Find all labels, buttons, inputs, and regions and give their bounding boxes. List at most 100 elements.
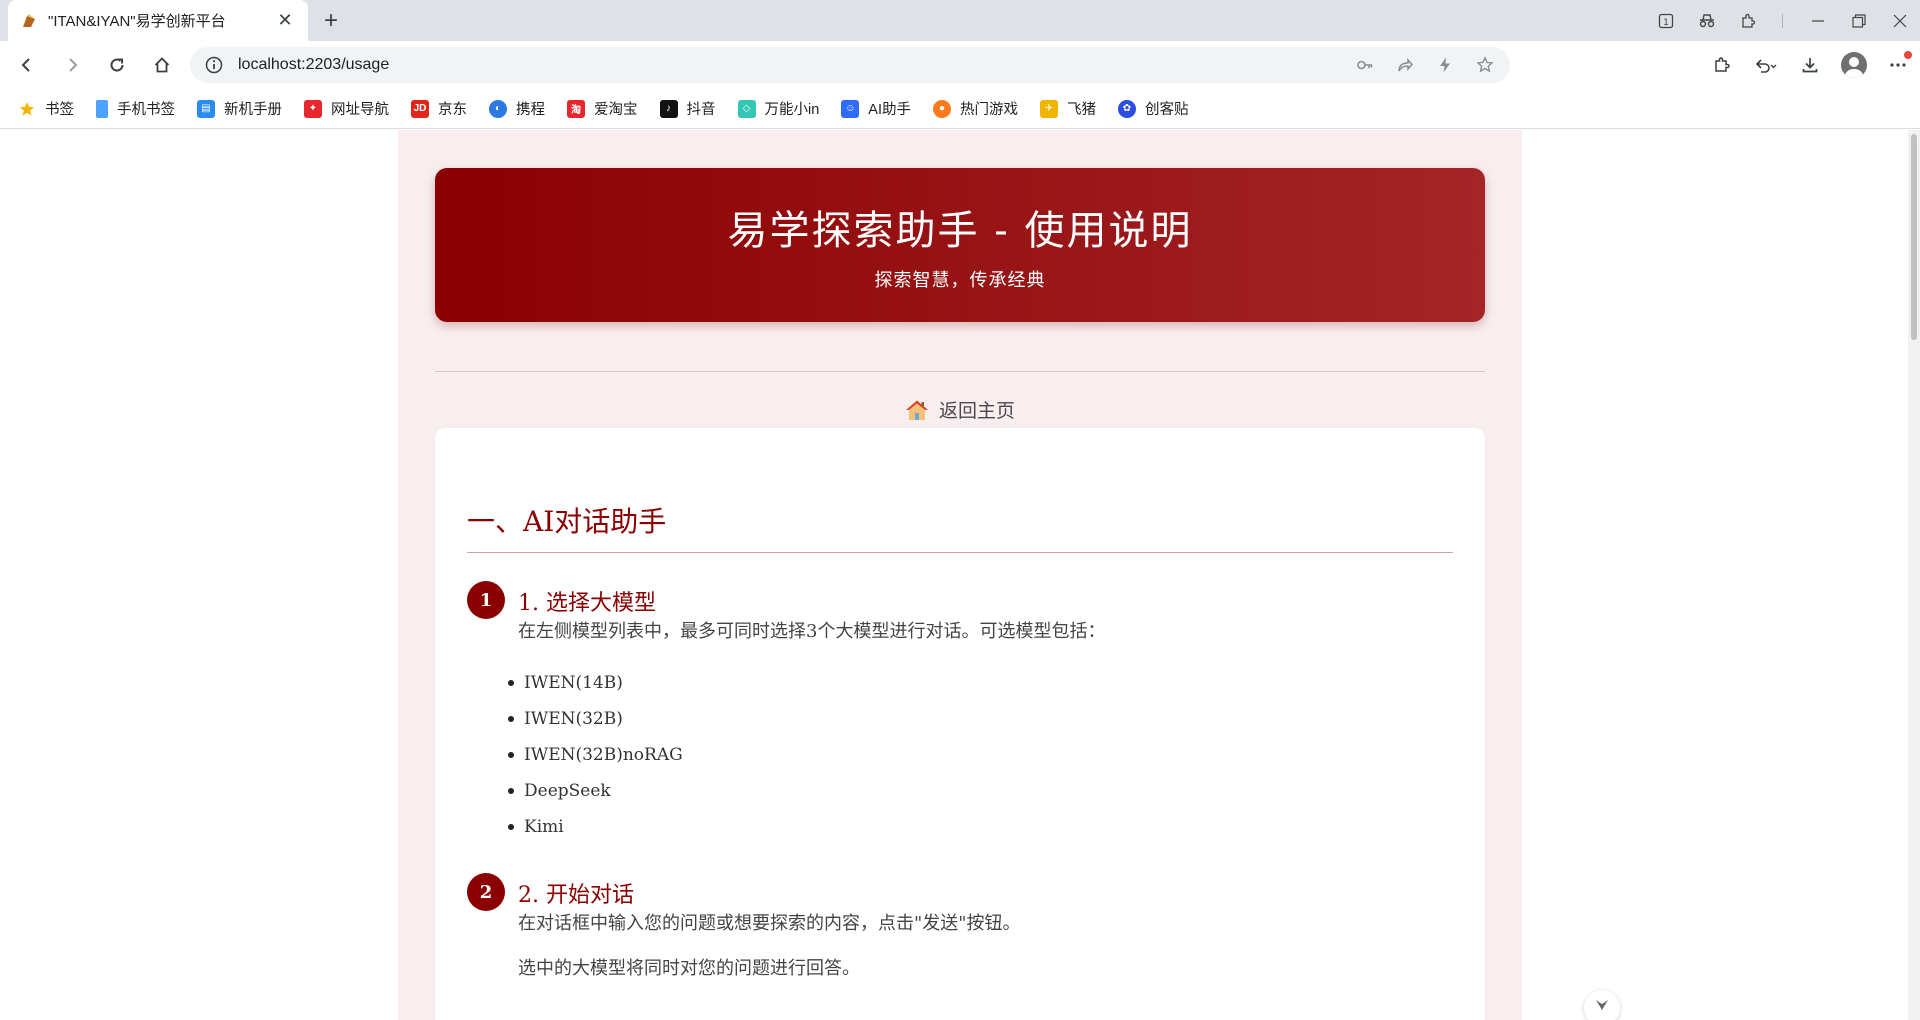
window-controls: 1 [1645, 0, 1920, 41]
bookmarks-bar: 书签 手机书签 ▤ 新机手册 ✦ 网址导航 JD 京东 ◐ 携程 淘 爱淘宝 ♪… [0, 89, 1920, 129]
undo-history-icon[interactable] [1744, 47, 1788, 83]
extensions-icon[interactable] [1727, 0, 1768, 41]
tab-close-icon[interactable]: ✕ [274, 10, 296, 32]
step-description: 在对话框中输入您的问题或想要探索的内容，点击"发送"按钮。 [518, 913, 1021, 934]
avatar-icon [1841, 52, 1867, 78]
list-item: IWEN(32B)noRAG [508, 737, 683, 773]
tab-strip: "ITAN&IYAN"易学创新平台 ✕ + 1 [0, 0, 1920, 41]
address-bar-actions [1352, 52, 1498, 78]
bookmark-item[interactable]: 手机书签 [96, 98, 175, 119]
bookmark-item[interactable]: ● 热门游戏 [933, 98, 1018, 119]
extension-puzzle-icon[interactable] [1700, 47, 1744, 83]
step-description-2: 选中的大模型将同时对您的问题进行回答。 [518, 958, 860, 979]
content-column: 易学探索助手 - 使用说明 探索智慧，传承经典 返回主页 一、AI对话助手 1 … [398, 130, 1522, 1020]
bookmark-item[interactable]: ▤ 新机手册 [197, 98, 282, 119]
bookmark-label: 万能小in [764, 102, 820, 118]
list-item: IWEN(32B) [508, 701, 683, 737]
page-viewport: 易学探索助手 - 使用说明 探索智慧，传承经典 返回主页 一、AI对话助手 1 … [0, 130, 1920, 1020]
close-window-icon[interactable] [1879, 0, 1920, 41]
bookmark-item[interactable]: ✿ 创客贴 [1118, 98, 1189, 119]
bookmark-label: 新机手册 [224, 102, 282, 118]
bookmark-item[interactable]: ◇ 万能小in [737, 98, 820, 119]
manual-icon: ▤ [197, 99, 215, 118]
site-info-icon[interactable] [204, 55, 224, 75]
step-title: 1. 选择大模型 [518, 591, 656, 616]
bookmark-label: 携程 [516, 102, 545, 118]
tab-search-icon[interactable]: 1 [1645, 0, 1686, 41]
page-title: 易学探索助手 - 使用说明 [727, 208, 1193, 254]
profile-avatar[interactable] [1832, 47, 1876, 83]
bookmark-label: 网址导航 [331, 102, 389, 118]
bookmark-item[interactable]: ☺ AI助手 [841, 98, 911, 119]
bookmark-item[interactable]: ♪ 抖音 [659, 98, 716, 119]
bookmark-label: 飞猪 [1067, 102, 1096, 118]
forward-icon[interactable] [54, 47, 90, 83]
home-link[interactable]: 返回主页 [398, 396, 1522, 423]
home-link-label: 返回主页 [938, 400, 1015, 422]
douyin-icon: ♪ [659, 99, 678, 118]
navigation-icon: ✦ [304, 99, 322, 118]
bookmark-item[interactable]: JD 京东 [411, 98, 467, 119]
menu-more-icon[interactable] [1876, 47, 1920, 83]
phone-icon [96, 99, 108, 118]
share-icon[interactable] [1392, 52, 1418, 78]
svg-text:1: 1 [1663, 18, 1669, 28]
ctrip-icon: ◐ [489, 99, 507, 118]
bookmark-item[interactable]: ✦ 网址导航 [304, 98, 389, 119]
browser-tab[interactable]: "ITAN&IYAN"易学创新平台 ✕ [8, 0, 308, 41]
reload-icon[interactable] [99, 47, 135, 83]
house-icon [905, 400, 928, 420]
minimize-icon[interactable] [1797, 0, 1838, 41]
browser-toolbar: localhost:2203/usage [0, 41, 1920, 89]
bookmark-label: 创客贴 [1145, 102, 1189, 118]
bookmark-label: 抖音 [686, 102, 716, 118]
bookmark-item[interactable]: ◐ 携程 [489, 98, 545, 119]
bookmark-label: 热门游戏 [960, 102, 1018, 118]
home-icon[interactable] [144, 47, 180, 83]
notification-dot [1904, 51, 1912, 59]
list-item: Kimi [508, 809, 683, 845]
bookmark-item[interactable]: ✈ 飞猪 [1040, 98, 1096, 119]
list-item: DeepSeek [508, 773, 683, 809]
page-subtitle: 探索智慧，传承经典 [874, 270, 1046, 291]
address-bar[interactable]: localhost:2203/usage [190, 47, 1510, 83]
step-number-badge: 2 [467, 873, 505, 911]
bookmark-item[interactable]: 淘 爱淘宝 [567, 98, 638, 119]
model-list: IWEN(14B) IWEN(32B) IWEN(32B)noRAG DeepS… [508, 665, 683, 845]
window-controls-divider [1782, 13, 1783, 28]
bookmark-label: 书签 [45, 102, 74, 118]
step-number-badge: 1 [467, 581, 505, 619]
jd-icon: JD [411, 99, 429, 118]
ai-assistant-icon: ☺ [841, 99, 860, 118]
back-icon[interactable] [9, 47, 45, 83]
taobao-icon: 淘 [567, 99, 585, 118]
section-title: 一、AI对话助手 [467, 505, 667, 538]
bookmark-item[interactable]: 书签 [18, 98, 74, 119]
new-tab-button[interactable]: + [318, 7, 344, 34]
key-icon[interactable] [1352, 52, 1378, 78]
bookmark-label: 手机书签 [117, 102, 175, 118]
scroll-down-button[interactable] [1584, 990, 1620, 1020]
page-scrollbar[interactable] [1908, 130, 1920, 1020]
wanneng-icon: ◇ [737, 99, 756, 118]
usage-card: 一、AI对话助手 1 1. 选择大模型 在左侧模型列表中，最多可同时选择3个大模… [435, 428, 1485, 1020]
section-underline [467, 552, 1453, 553]
bookmark-label: AI助手 [868, 102, 911, 118]
chuangketie-icon: ✿ [1118, 99, 1136, 118]
url-text[interactable]: localhost:2203/usage [238, 56, 1352, 74]
divider [435, 371, 1485, 372]
chevron-down-icon [1596, 1000, 1608, 1010]
restore-icon[interactable] [1838, 0, 1879, 41]
download-icon[interactable] [1788, 47, 1832, 83]
step-title: 2. 开始对话 [518, 883, 634, 908]
scrollbar-thumb[interactable] [1911, 134, 1917, 340]
toolbar-right-actions [1700, 47, 1920, 83]
list-item: IWEN(14B) [508, 665, 683, 701]
tab-title: "ITAN&IYAN"易学创新平台 [48, 13, 226, 30]
bookmark-label: 京东 [438, 102, 467, 118]
incognito-icon[interactable] [1686, 0, 1727, 41]
site-favicon-icon [20, 12, 38, 30]
bookmark-label: 爱淘宝 [594, 102, 638, 118]
lightning-icon[interactable] [1432, 52, 1458, 78]
bookmark-star-icon[interactable] [1472, 52, 1498, 78]
